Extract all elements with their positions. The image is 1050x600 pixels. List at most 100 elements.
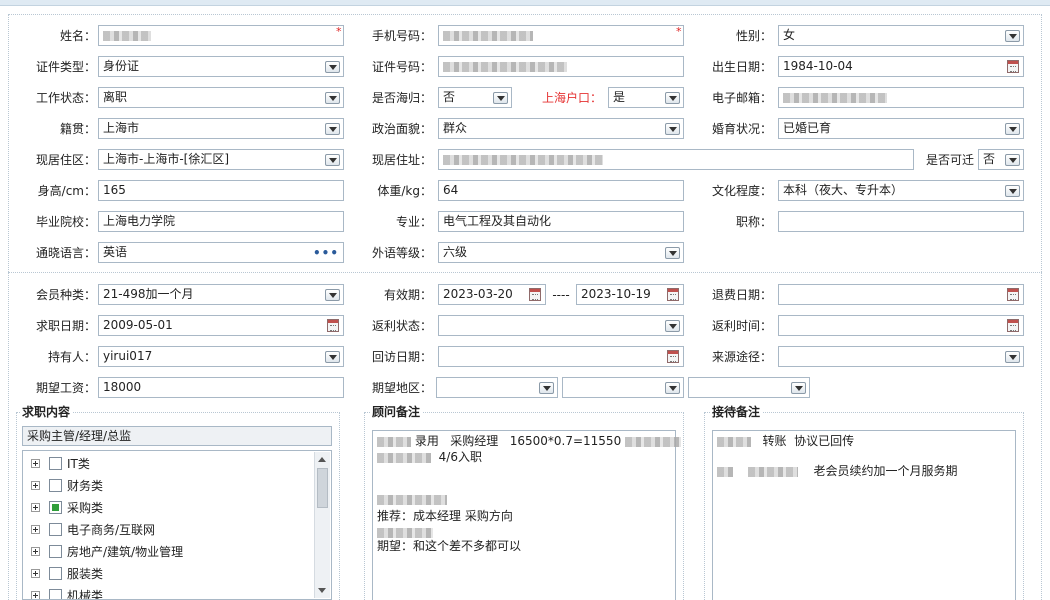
checkbox[interactable] xyxy=(49,457,62,470)
title-input[interactable] xyxy=(778,211,1024,232)
phone-input[interactable] xyxy=(438,25,684,46)
expand-icon[interactable] xyxy=(31,591,40,599)
political-label: 政治面貌： xyxy=(371,122,432,136)
language-input[interactable]: 英语 ••• xyxy=(98,242,344,263)
weight-label: 体重/kg： xyxy=(377,184,432,198)
id-type-select[interactable]: 身份证 xyxy=(98,56,344,77)
region-label: 期望地区： xyxy=(371,381,432,395)
checkbox[interactable] xyxy=(49,545,62,558)
native-place-select[interactable]: 上海市 xyxy=(98,118,344,139)
chevron-down-icon[interactable] xyxy=(325,154,340,166)
height-input[interactable]: 165 xyxy=(98,180,344,201)
marital-label: 婚育状况： xyxy=(711,122,772,136)
rebate-status-select[interactable] xyxy=(438,315,684,336)
calendar-icon[interactable] xyxy=(327,319,339,332)
expand-icon[interactable] xyxy=(31,569,40,578)
chevron-down-icon[interactable] xyxy=(325,61,340,73)
redacted-text xyxy=(443,61,567,72)
scroll-up-icon[interactable] xyxy=(318,457,326,462)
political-select[interactable]: 群众 xyxy=(438,118,684,139)
major-input[interactable]: 电气工程及其自动化 xyxy=(438,211,684,232)
name-label: 姓名： xyxy=(59,29,96,43)
holder-select[interactable]: yirui017 xyxy=(98,346,344,367)
checkbox[interactable] xyxy=(49,589,62,599)
chevron-down-icon[interactable] xyxy=(1005,30,1020,42)
refund-date-input[interactable] xyxy=(778,284,1024,305)
salary-input[interactable]: 18000 xyxy=(98,377,344,398)
education-select[interactable]: 本科（夜大、专升本） xyxy=(778,180,1024,201)
shanghai-hukou-select[interactable]: 是 xyxy=(608,87,684,108)
chevron-down-icon[interactable] xyxy=(325,351,340,363)
required-mark: * xyxy=(676,25,682,38)
work-status-select[interactable]: 离职 xyxy=(98,87,344,108)
chevron-down-icon[interactable] xyxy=(325,289,340,301)
region-city-select[interactable] xyxy=(562,377,684,398)
region-province-select[interactable] xyxy=(436,377,558,398)
address-input[interactable] xyxy=(438,149,914,170)
validity-to-input[interactable]: 2023-10-19 xyxy=(576,284,684,305)
relocatable-select[interactable]: 否 xyxy=(978,149,1024,170)
school-input[interactable]: 上海电力学院 xyxy=(98,211,344,232)
more-options-icon[interactable]: ••• xyxy=(313,244,339,262)
calendar-icon[interactable] xyxy=(667,350,679,363)
foreign-level-select[interactable]: 六级 xyxy=(438,242,684,263)
redacted-text xyxy=(443,30,533,41)
chevron-down-icon[interactable] xyxy=(325,92,340,104)
consultant-notes-textarea[interactable]: 录用 采购经理 16500*0.7=11550 4/6入职 推荐：成本经理 采购… xyxy=(372,430,682,600)
checkbox[interactable] xyxy=(49,523,62,536)
chevron-down-icon[interactable] xyxy=(1005,123,1020,135)
redacted-text xyxy=(717,436,751,447)
marital-select[interactable]: 已婚已育 xyxy=(778,118,1024,139)
chevron-down-icon[interactable] xyxy=(665,320,680,332)
weight-input[interactable]: 64 xyxy=(438,180,684,201)
name-input[interactable] xyxy=(98,25,344,46)
birth-date-input[interactable]: 1984-10-04 xyxy=(778,56,1024,77)
chevron-down-icon[interactable] xyxy=(539,382,554,394)
expand-icon[interactable] xyxy=(31,459,40,468)
chevron-down-icon[interactable] xyxy=(493,92,508,104)
chevron-down-icon[interactable] xyxy=(665,382,680,394)
calendar-icon[interactable] xyxy=(1007,60,1019,73)
job-category-tree[interactable]: IT类 财务类 采购类 电子商务/互联网 房地产/建筑/物业管理 服装类 机械类 xyxy=(22,450,332,600)
expand-icon[interactable] xyxy=(31,481,40,490)
checkbox[interactable] xyxy=(49,567,62,580)
checkbox-partial[interactable] xyxy=(49,501,62,514)
calendar-icon[interactable] xyxy=(529,288,541,301)
chevron-down-icon[interactable] xyxy=(1005,351,1020,363)
chevron-down-icon[interactable] xyxy=(1005,154,1020,166)
residence-area-select[interactable]: 上海市-上海市-[徐汇区] xyxy=(98,149,344,170)
expand-icon[interactable] xyxy=(31,525,40,534)
checkbox[interactable] xyxy=(49,479,62,492)
chevron-down-icon[interactable] xyxy=(665,247,680,259)
visit-date-input[interactable] xyxy=(438,346,684,367)
expand-icon[interactable] xyxy=(31,547,40,556)
job-date-input[interactable]: 2009-05-01 xyxy=(98,315,344,336)
calendar-icon[interactable] xyxy=(667,288,679,301)
scroll-thumb[interactable] xyxy=(317,468,328,508)
calendar-icon[interactable] xyxy=(1007,288,1019,301)
returnee-select[interactable]: 否 xyxy=(438,87,512,108)
expand-icon[interactable] xyxy=(31,503,40,512)
source-select[interactable] xyxy=(778,346,1024,367)
email-input[interactable] xyxy=(778,87,1024,108)
reception-notes-title: 接待备注 xyxy=(710,404,763,420)
region-district-select[interactable] xyxy=(688,377,810,398)
id-number-input[interactable] xyxy=(438,56,684,77)
chevron-down-icon[interactable] xyxy=(665,123,680,135)
chevron-down-icon[interactable] xyxy=(665,92,680,104)
redacted-text xyxy=(717,466,733,477)
validity-from-input[interactable]: 2023-03-20 xyxy=(438,284,546,305)
scroll-down-icon[interactable] xyxy=(318,588,326,593)
reception-notes-textarea[interactable]: 转账 协议已回传 老会员续约加一个月服务期 xyxy=(712,430,1016,600)
source-label: 来源途径： xyxy=(711,350,772,364)
gender-select[interactable]: 女 xyxy=(778,25,1024,46)
member-type-select[interactable]: 21-498加一个月 xyxy=(98,284,344,305)
relocatable-label: 是否可迁 xyxy=(925,153,974,167)
tree-scrollbar[interactable] xyxy=(314,452,330,598)
phone-label: 手机号码： xyxy=(371,29,432,43)
chevron-down-icon[interactable] xyxy=(325,123,340,135)
calendar-icon[interactable] xyxy=(1007,319,1019,332)
chevron-down-icon[interactable] xyxy=(791,382,806,394)
chevron-down-icon[interactable] xyxy=(1005,185,1020,197)
rebate-time-input[interactable] xyxy=(778,315,1024,336)
